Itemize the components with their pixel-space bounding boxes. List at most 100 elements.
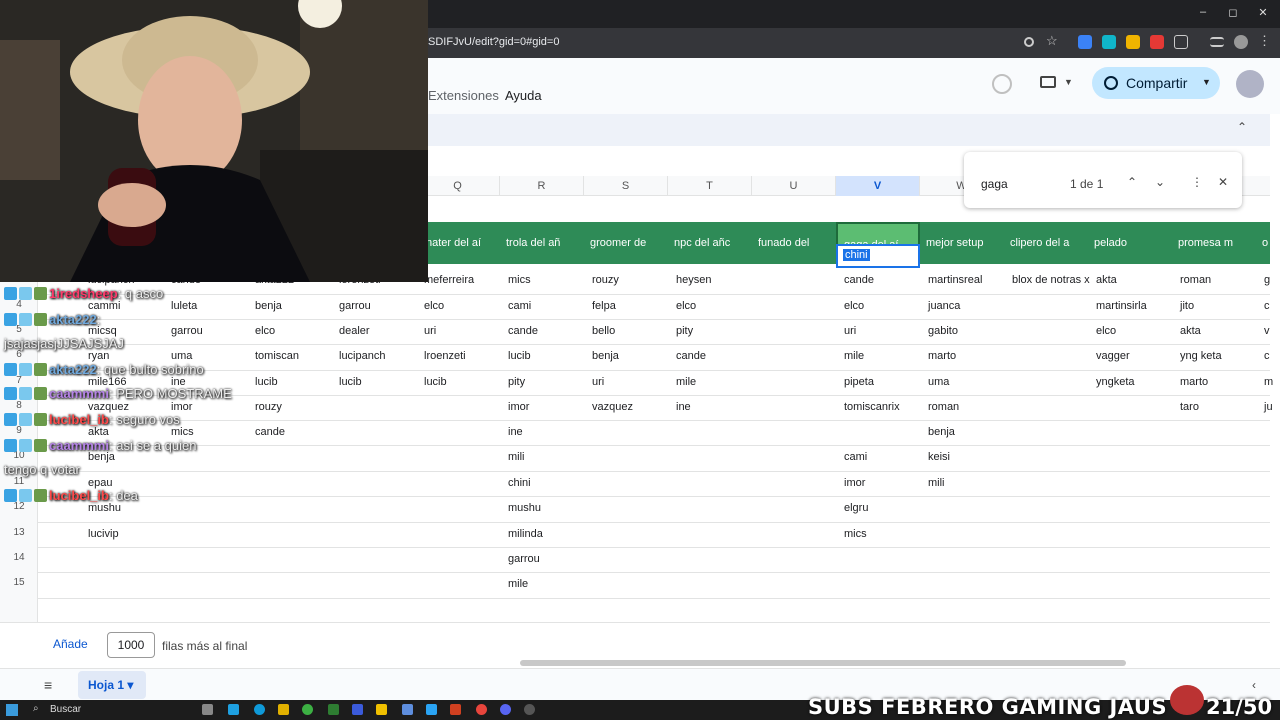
table-cell[interactable]: uri (844, 325, 856, 337)
table-cell[interactable]: g (1264, 274, 1270, 286)
table-cell[interactable]: ine (508, 426, 523, 438)
selected-cell-text[interactable]: chini (843, 249, 870, 261)
table-cell[interactable]: mushu (508, 502, 541, 514)
table-cell[interactable]: vagger (1096, 350, 1130, 362)
header-cell[interactable]: o (1256, 222, 1270, 264)
sheet-nav-icon[interactable]: ‹ (1252, 678, 1256, 692)
extension-icon[interactable] (1102, 35, 1116, 49)
app-icon[interactable] (450, 704, 461, 715)
table-cell[interactable]: mics (844, 528, 867, 540)
task-view-icon[interactable] (202, 704, 213, 715)
browser-menu-icon[interactable]: ⋮ (1258, 33, 1272, 48)
chat-username[interactable]: 1iredsheep (49, 286, 118, 301)
header-cell[interactable]: pelado (1088, 222, 1172, 264)
table-cell[interactable]: felpa (592, 300, 616, 312)
table-cell[interactable]: pity (508, 376, 525, 388)
chat-username[interactable]: akta222 (49, 362, 97, 377)
bookmark-star-icon[interactable]: ☆ (1046, 33, 1060, 48)
table-cell[interactable]: roman (1180, 274, 1211, 286)
table-cell[interactable]: cami (844, 451, 867, 463)
header-cell[interactable]: groomer de (584, 222, 668, 264)
all-sheets-icon[interactable]: ≡ (44, 677, 52, 693)
table-cell[interactable]: heysen (676, 274, 711, 286)
table-cell[interactable]: akta (1096, 274, 1117, 286)
header-cell[interactable]: promesa m (1172, 222, 1256, 264)
taskbar-search[interactable]: Buscar (50, 704, 81, 715)
table-cell[interactable]: imor (844, 477, 865, 489)
find-query[interactable]: gaga (981, 177, 1008, 191)
header-cell[interactable]: nater del aí (420, 222, 500, 264)
rows-count-input[interactable]: 1000 (107, 632, 155, 658)
header-cell[interactable]: mejor setup (920, 222, 1004, 264)
find-more-icon[interactable]: ⋮ (1190, 175, 1204, 189)
header-cell[interactable]: npc del añc (668, 222, 752, 264)
table-cell[interactable]: martinsirla (1096, 300, 1147, 312)
table-cell[interactable]: bello (592, 325, 615, 337)
extensions-puzzle-icon[interactable] (1174, 35, 1188, 49)
app-icon[interactable] (302, 704, 313, 715)
header-cell[interactable]: trola del añ (500, 222, 584, 264)
collapse-menu-icon[interactable]: ⌃ (1237, 120, 1247, 134)
table-cell[interactable]: c (1264, 350, 1270, 362)
sheet-tab-caret-icon[interactable]: ▾ (127, 678, 133, 692)
table-cell[interactable]: gabito (928, 325, 958, 337)
table-cell[interactable]: elgru (844, 502, 868, 514)
table-cell[interactable]: uri (592, 376, 604, 388)
row-number[interactable]: 13 (0, 527, 38, 552)
chat-username[interactable]: lucibel_ib (49, 488, 109, 503)
app-icon[interactable] (328, 704, 339, 715)
table-cell[interactable]: lucivip (88, 528, 119, 540)
header-cell[interactable]: clipero del a (1004, 222, 1088, 264)
table-cell[interactable]: milinda (508, 528, 543, 540)
table-cell[interactable]: benja (928, 426, 955, 438)
share-dropdown-icon[interactable]: ▼ (1202, 77, 1211, 87)
restore-button[interactable]: ◻ (1226, 6, 1240, 20)
menu-extensions[interactable]: Extensiones (428, 88, 499, 103)
edge-icon[interactable] (254, 704, 265, 715)
table-cell[interactable]: mili (508, 451, 525, 463)
table-cell[interactable]: yng keta (1180, 350, 1222, 362)
table-cell[interactable]: tomiscanrix (844, 401, 900, 413)
table-cell[interactable]: vazquez (592, 401, 633, 413)
meet-icon[interactable] (1040, 76, 1056, 88)
chrome-icon[interactable] (476, 704, 487, 715)
table-cell[interactable]: cami (508, 300, 531, 312)
profile-icon[interactable] (1234, 35, 1248, 49)
user-avatar[interactable] (1236, 70, 1264, 98)
add-rows-button[interactable]: Añade (53, 637, 88, 651)
table-cell[interactable]: mile (676, 376, 696, 388)
table-cell[interactable]: elco (1096, 325, 1116, 337)
table-cell[interactable]: blox de notras x (1012, 274, 1090, 286)
table-cell[interactable]: c (1264, 300, 1270, 312)
table-cell[interactable]: martinsreal (928, 274, 982, 286)
table-cell[interactable]: marto (928, 350, 956, 362)
table-cell[interactable]: lucib (508, 350, 531, 362)
app-icon[interactable] (352, 704, 363, 715)
table-cell[interactable]: mili (928, 477, 945, 489)
column-header-r[interactable]: R (500, 176, 584, 196)
table-cell[interactable]: juanca (928, 300, 960, 312)
table-cell[interactable]: uma (928, 376, 949, 388)
find-close-icon[interactable]: ✕ (1216, 175, 1230, 189)
table-cell[interactable]: chini (508, 477, 531, 489)
table-cell[interactable]: rouzy (592, 274, 619, 286)
extension-icon[interactable] (1078, 35, 1092, 49)
find-prev-button[interactable]: ⌃ (1125, 175, 1139, 189)
table-cell[interactable]: m (1264, 376, 1273, 388)
search-icon[interactable]: ⌕ (33, 703, 39, 714)
table-cell[interactable]: mile (508, 578, 528, 590)
column-header-u[interactable]: U (752, 176, 836, 196)
column-header-v[interactable]: V (836, 176, 920, 196)
table-cell[interactable]: roman (928, 401, 959, 413)
table-cell[interactable]: yngketa (1096, 376, 1135, 388)
column-header-t[interactable]: T (668, 176, 752, 196)
table-cell[interactable]: garrou (508, 553, 540, 565)
header-cell[interactable]: funado del (752, 222, 836, 264)
find-next-button[interactable]: ⌄ (1153, 175, 1167, 189)
chat-username[interactable]: akta222 (49, 312, 97, 327)
version-history-icon[interactable] (992, 74, 1012, 94)
minimize-button[interactable]: – (1196, 6, 1210, 20)
table-cell[interactable]: keisi (928, 451, 950, 463)
sheet-tab[interactable]: Hoja 1 ▾ (78, 671, 146, 699)
app-icon[interactable] (228, 704, 239, 715)
